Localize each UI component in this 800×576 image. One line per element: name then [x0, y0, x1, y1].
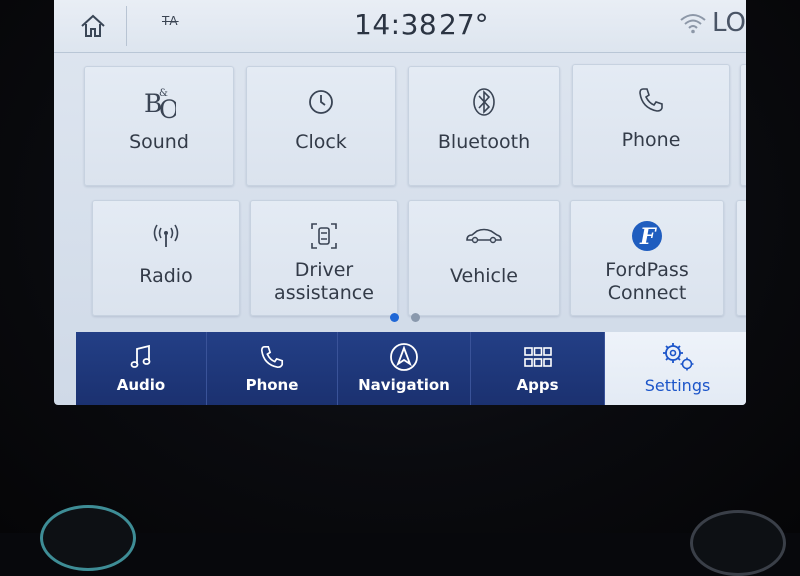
- tile-label: Phone: [621, 129, 681, 151]
- svg-text:&: &: [159, 88, 168, 99]
- tile-label: Vehicle: [450, 265, 518, 287]
- home-icon: [81, 14, 105, 37]
- phone-icon: [637, 83, 665, 117]
- bluetooth-icon: [470, 85, 498, 119]
- radio-antenna-icon: [151, 219, 181, 253]
- tile-label: Bluetooth: [437, 131, 531, 153]
- nav-label: Settings: [644, 376, 711, 395]
- nav-phone[interactable]: Phone: [207, 332, 338, 405]
- nav-label: Navigation: [358, 376, 450, 394]
- traffic-announcement-indicator[interactable]: TA: [162, 14, 179, 28]
- nav-apps[interactable]: Apps: [471, 332, 605, 405]
- tile-label-line2: assistance: [274, 282, 374, 304]
- svg-text:F: F: [639, 224, 657, 250]
- clock-time: 14:38: [354, 8, 438, 41]
- nav-label: Apps: [516, 376, 559, 394]
- fordpass-logo-icon: F: [631, 219, 663, 253]
- page-dot[interactable]: [411, 313, 420, 322]
- bang-olufsen-logo-icon: B O &: [142, 85, 176, 119]
- right-control-knob[interactable]: [690, 510, 786, 576]
- nav-label: Audio: [116, 376, 166, 394]
- tile-clock[interactable]: Clock: [246, 66, 396, 186]
- wifi-signal-level: LO: [712, 8, 746, 38]
- tile-driver-assistance[interactable]: Driver assistance: [250, 200, 398, 316]
- navigation-arrow-icon: [389, 342, 419, 372]
- settings-gears-icon: [661, 342, 695, 372]
- tile-label: Driver assistance: [274, 259, 374, 305]
- infotainment-screen: TA 14:38 27° LO B O & Sound Clock Blueto…: [54, 0, 746, 405]
- tile-sound[interactable]: B O & Sound: [84, 66, 234, 186]
- outside-temperature: 27°: [439, 8, 489, 41]
- home-button[interactable]: [60, 6, 127, 46]
- car-icon: [464, 219, 504, 253]
- apps-grid-icon: [523, 342, 552, 372]
- nav-label: Phone: [245, 376, 299, 394]
- music-note-icon: [129, 342, 153, 372]
- status-bar: TA 14:38 27° LO: [54, 0, 746, 53]
- nav-settings[interactable]: Settings: [605, 332, 746, 405]
- phone-icon: [259, 342, 285, 372]
- tile-bluetooth[interactable]: Bluetooth: [408, 66, 560, 186]
- tile-phone[interactable]: Phone: [572, 64, 730, 186]
- tile-label-line1: Driver: [294, 259, 354, 281]
- tile-label: FordPass Connect: [605, 259, 688, 305]
- tile-label-line2: Connect: [607, 282, 687, 304]
- clock-icon: [307, 85, 335, 119]
- tile-next-page-partial[interactable]: [736, 200, 746, 316]
- wifi-icon: [680, 14, 706, 34]
- nav-navigation[interactable]: Navigation: [338, 332, 471, 405]
- bottom-nav-bar: Audio Phone Navigation Apps Settings: [76, 332, 746, 405]
- tile-next-page-partial[interactable]: [740, 64, 746, 186]
- tile-label: Clock: [295, 131, 347, 153]
- tile-radio[interactable]: Radio: [92, 200, 240, 316]
- tile-fordpass-connect[interactable]: F FordPass Connect: [570, 200, 724, 316]
- page-indicator[interactable]: [390, 313, 420, 322]
- tile-vehicle[interactable]: Vehicle: [408, 200, 560, 316]
- page-dot-active[interactable]: [390, 313, 399, 322]
- driver-assist-icon: [309, 219, 339, 253]
- tile-label: Sound: [129, 131, 189, 153]
- tile-label: Radio: [139, 265, 193, 287]
- tile-label-line1: FordPass: [605, 259, 689, 281]
- left-control-knob[interactable]: [40, 505, 136, 571]
- nav-audio[interactable]: Audio: [76, 332, 207, 405]
